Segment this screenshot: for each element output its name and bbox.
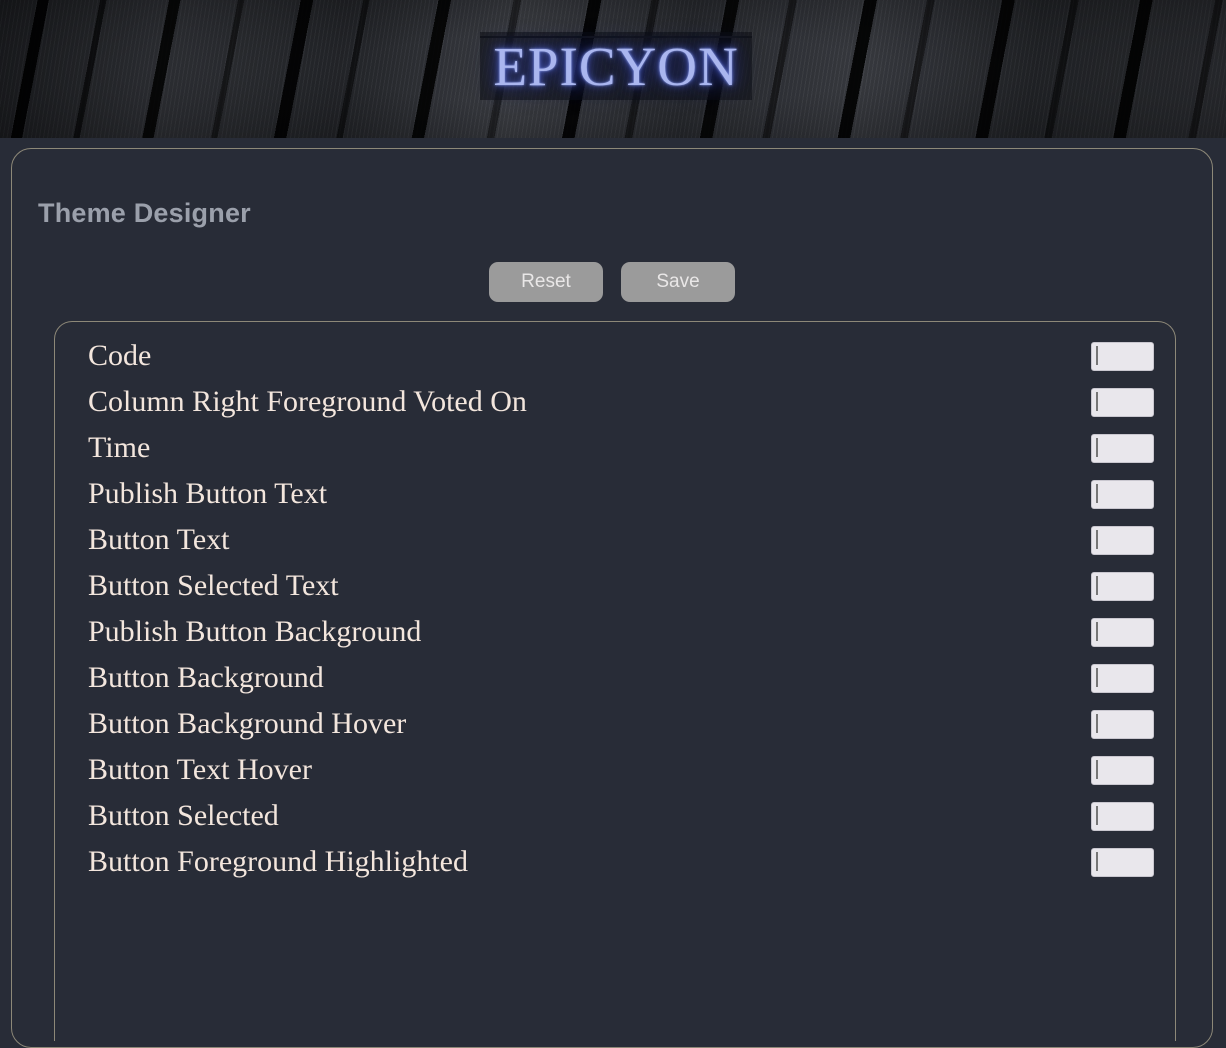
color-picker-swatch[interactable] [1091, 571, 1154, 601]
color-swatch-fill [1096, 667, 1098, 687]
theme-items-list: Code Column Right Foreground Voted On Time… [55, 333, 1175, 885]
color-picker-swatch[interactable] [1091, 801, 1154, 831]
theme-item-label: Button Selected Text [88, 569, 339, 602]
color-swatch-fill [1096, 713, 1098, 733]
color-swatch-fill [1096, 759, 1098, 779]
color-picker-swatch[interactable] [1091, 479, 1154, 509]
color-picker-swatch[interactable] [1091, 709, 1154, 739]
theme-item-row: Button Text Hover [55, 747, 1175, 793]
theme-item-label: Button Background Hover [88, 707, 407, 740]
theme-item-row: Button Background Hover [55, 701, 1175, 747]
theme-item-row: Button Text [55, 517, 1175, 563]
color-swatch-fill [1096, 437, 1098, 457]
theme-item-label: Button Text [88, 523, 230, 556]
color-picker-swatch[interactable] [1091, 341, 1154, 371]
theme-item-row: Publish Button Background [55, 609, 1175, 655]
theme-item-row: Time [55, 425, 1175, 471]
color-picker-swatch[interactable] [1091, 433, 1154, 463]
page-title: Theme Designer [38, 198, 251, 228]
theme-item-label: Button Text Hover [88, 753, 312, 786]
color-picker-swatch[interactable] [1091, 387, 1154, 417]
epicyon-logo[interactable]: EPICYON [480, 32, 752, 100]
theme-designer-panel: Theme Designer Reset Save Code Column Rig… [11, 148, 1213, 1048]
color-swatch-fill [1096, 529, 1098, 549]
color-swatch-fill [1096, 391, 1098, 411]
color-picker-swatch[interactable] [1091, 617, 1154, 647]
theme-item-row: Button Foreground Highlighted [55, 839, 1175, 885]
theme-item-label: Button Background [88, 661, 324, 694]
color-swatch-fill [1096, 621, 1098, 641]
reset-button[interactable]: Reset [489, 262, 603, 302]
epicyon-logo-text: EPICYON [493, 35, 739, 97]
theme-item-label: Time [88, 431, 151, 464]
save-button[interactable]: Save [621, 262, 735, 302]
theme-item-label: Publish Button Text [88, 477, 328, 510]
site-banner: EPICYON [0, 0, 1226, 138]
theme-item-label: Publish Button Background [88, 615, 422, 648]
theme-item-row: Button Background [55, 655, 1175, 701]
toolbar: Reset Save [12, 262, 1212, 302]
color-swatch-fill [1096, 345, 1098, 365]
color-swatch-fill [1096, 805, 1098, 825]
color-swatch-fill [1096, 483, 1098, 503]
theme-item-row: Column Right Foreground Voted On [55, 379, 1175, 425]
theme-item-row: Button Selected [55, 793, 1175, 839]
color-swatch-fill [1096, 851, 1098, 871]
color-picker-swatch[interactable] [1091, 663, 1154, 693]
theme-item-label: Button Foreground Highlighted [88, 845, 468, 878]
theme-item-label: Button Selected [88, 799, 279, 832]
color-picker-swatch[interactable] [1091, 755, 1154, 785]
color-picker-swatch[interactable] [1091, 847, 1154, 877]
theme-item-row: Button Selected Text [55, 563, 1175, 609]
color-picker-swatch[interactable] [1091, 525, 1154, 555]
theme-item-label: Column Right Foreground Voted On [88, 385, 527, 418]
theme-item-row: Code [55, 333, 1175, 379]
color-swatch-fill [1096, 575, 1098, 595]
theme-items-panel: Code Column Right Foreground Voted On Time… [54, 321, 1176, 1041]
theme-item-row: Publish Button Text [55, 471, 1175, 517]
theme-item-label: Code [88, 339, 152, 372]
